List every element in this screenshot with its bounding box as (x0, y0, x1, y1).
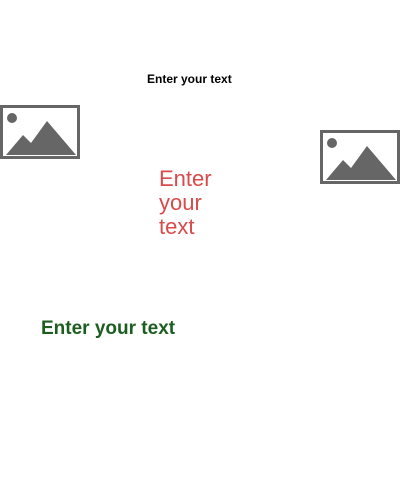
text-element-red[interactable]: Enter your text (159, 167, 229, 239)
image-placeholder-icon (6, 113, 76, 155)
image-placeholder-icon (326, 138, 396, 180)
image-element-right[interactable] (320, 130, 400, 184)
image-element-left[interactable] (0, 105, 80, 159)
text-element-green[interactable]: Enter your text (41, 318, 175, 340)
text-element-heading[interactable]: Enter your text (147, 72, 232, 86)
design-canvas[interactable]: Enter your text Enter your text Enter yo… (0, 0, 400, 500)
